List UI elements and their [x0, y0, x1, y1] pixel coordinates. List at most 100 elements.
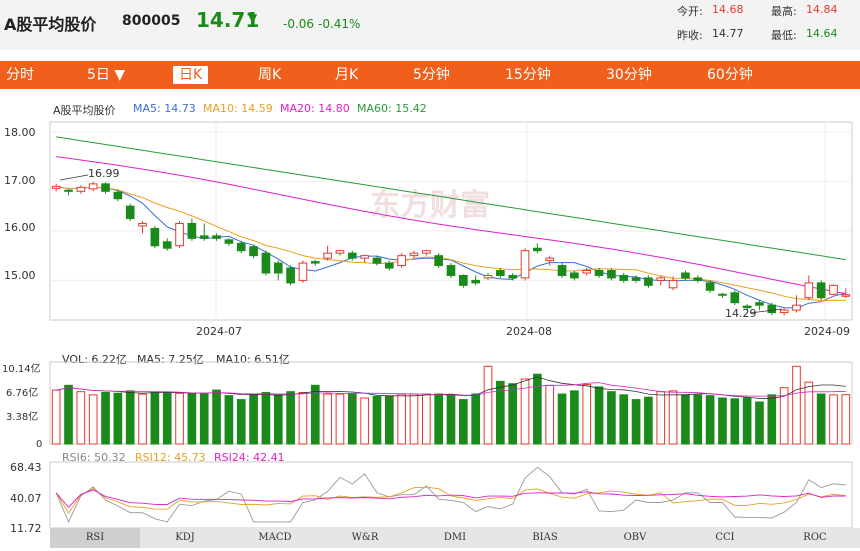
candle-body: [347, 252, 357, 259]
volume-bar: [779, 387, 789, 445]
tab-5min[interactable]: 5分钟: [413, 66, 450, 84]
candle-body: [483, 274, 493, 279]
candle-body: [175, 222, 184, 247]
indicator-tab-cci[interactable]: CCI: [680, 528, 770, 548]
tab-monthly-k[interactable]: 月K: [335, 66, 358, 84]
y-tick-16: 16.00: [4, 221, 36, 234]
candle-body: [693, 277, 703, 281]
candle-body: [101, 183, 110, 192]
volume-bar: [446, 394, 456, 445]
volume-bar: [705, 395, 715, 445]
volume-bar: [298, 391, 308, 445]
candle-body: [64, 189, 73, 192]
candle-body: [557, 265, 567, 276]
ma20-line: [56, 156, 846, 295]
candle-body: [718, 293, 727, 296]
candle-body: [471, 279, 481, 284]
ma10-line: [56, 185, 846, 302]
candle-body: [705, 282, 715, 291]
volume-bar: [557, 393, 567, 445]
volume-bar: [175, 392, 184, 445]
rsi12-legend: RSI12: 45.73: [135, 451, 206, 464]
indicator-tab-rsi[interactable]: RSI: [50, 528, 140, 548]
candle-body: [459, 274, 468, 286]
volume-bar: [693, 394, 703, 445]
candle-body: [138, 222, 147, 227]
stock-chart-window: A股平均股价 800005 14.71 ▼ -0.06 -0.41% 今开: 1…: [0, 0, 860, 551]
indicator-tab-kdj[interactable]: KDJ: [140, 528, 230, 548]
volume-bar: [496, 380, 505, 445]
tab-30min[interactable]: 30分钟: [606, 66, 652, 84]
vol-tick-max: 10.14亿: [2, 362, 41, 375]
indicator-tab-roc[interactable]: ROC: [770, 528, 860, 548]
high-value: 14.84: [806, 3, 838, 16]
vol-tick-zero: 0: [36, 439, 42, 450]
price-change-percent: -0.41%: [318, 17, 361, 31]
volume-bar: [471, 393, 481, 445]
candle-body: [607, 270, 616, 279]
volume-bar: [347, 393, 357, 445]
period-tab-bar: 分时 5日 ▼ 日K 周K 月K 5分钟 15分钟 30分钟 60分钟: [0, 61, 860, 89]
ma60-legend: MA60: 15.42: [357, 102, 427, 115]
tab-15min[interactable]: 15分钟: [505, 66, 551, 84]
volume-bar: [483, 365, 493, 445]
volume-bar: [224, 395, 234, 445]
low-annotation: 14.29: [725, 307, 757, 320]
volume-bar: [434, 393, 443, 445]
ma5-line: [56, 185, 846, 309]
candle-body: [668, 279, 678, 289]
candle-body: [644, 277, 653, 286]
candle-body: [496, 270, 505, 276]
stock-name: A股平均股价: [4, 15, 97, 34]
quote-header: A股平均股价 800005 14.71 ▼ -0.06 -0.41% 今开: 1…: [0, 0, 860, 50]
indicator-tab-macd[interactable]: MACD: [230, 528, 320, 548]
indicator-tab-obv[interactable]: OBV: [590, 528, 680, 548]
volume-bar: [792, 365, 801, 445]
volume-bar: [594, 386, 604, 445]
volume-bar: [421, 393, 431, 445]
vol-ma5-line: [56, 376, 846, 399]
candle-body: [520, 250, 530, 279]
volume-bar: [681, 394, 690, 445]
tab-daily-k[interactable]: 日K: [173, 66, 209, 84]
ma60-line: [56, 136, 846, 261]
x-tick-2024-09: 2024-09: [804, 325, 850, 338]
volume-bar: [582, 384, 592, 445]
open-label: 今开:: [677, 5, 703, 18]
volume-bar: [113, 392, 123, 445]
volume-bar: [767, 394, 777, 445]
low-label: 最低:: [771, 29, 797, 42]
volume-bar: [310, 384, 320, 445]
candle-body: [742, 305, 752, 309]
high-annotation: 16.99: [88, 167, 120, 180]
candle-body: [409, 252, 419, 257]
volume-bar: [607, 391, 616, 445]
volume-bar: [816, 393, 826, 445]
tab-weekly-k[interactable]: 周K: [258, 66, 281, 84]
tab-intraday[interactable]: 分时: [6, 66, 34, 84]
candle-body: [816, 282, 826, 299]
volume-bar: [125, 390, 135, 445]
vol-tick-low: 3.38亿: [6, 410, 38, 423]
candle-body: [730, 292, 740, 304]
indicator-tab-bias[interactable]: BIAS: [500, 528, 590, 548]
candle-body: [841, 294, 851, 297]
indicator-tab-dmi[interactable]: DMI: [410, 528, 500, 548]
ma5-legend: MA5: 14.73: [133, 102, 196, 115]
volume-bar: [459, 399, 468, 445]
volume-bar: [138, 393, 147, 445]
volume-bar: [730, 398, 740, 445]
tab-5day-dropdown[interactable]: 5日 ▼: [87, 66, 125, 84]
down-arrow-icon: ▼: [248, 11, 258, 25]
rsi-frame: [49, 461, 853, 529]
volume-bar: [261, 391, 271, 445]
volume-bar: [755, 401, 764, 445]
volume-bar: [323, 393, 332, 445]
indicator-tab-bar: RSI KDJ MACD W&R DMI BIAS OBV CCI ROC: [50, 528, 860, 548]
volume-bar: [199, 393, 209, 445]
price-change: -0.06: [283, 17, 315, 31]
indicator-tab-wr[interactable]: W&R: [320, 528, 410, 548]
tab-60min[interactable]: 60分钟: [707, 66, 753, 84]
volume-bar: [545, 384, 555, 445]
candle-body: [384, 262, 394, 269]
